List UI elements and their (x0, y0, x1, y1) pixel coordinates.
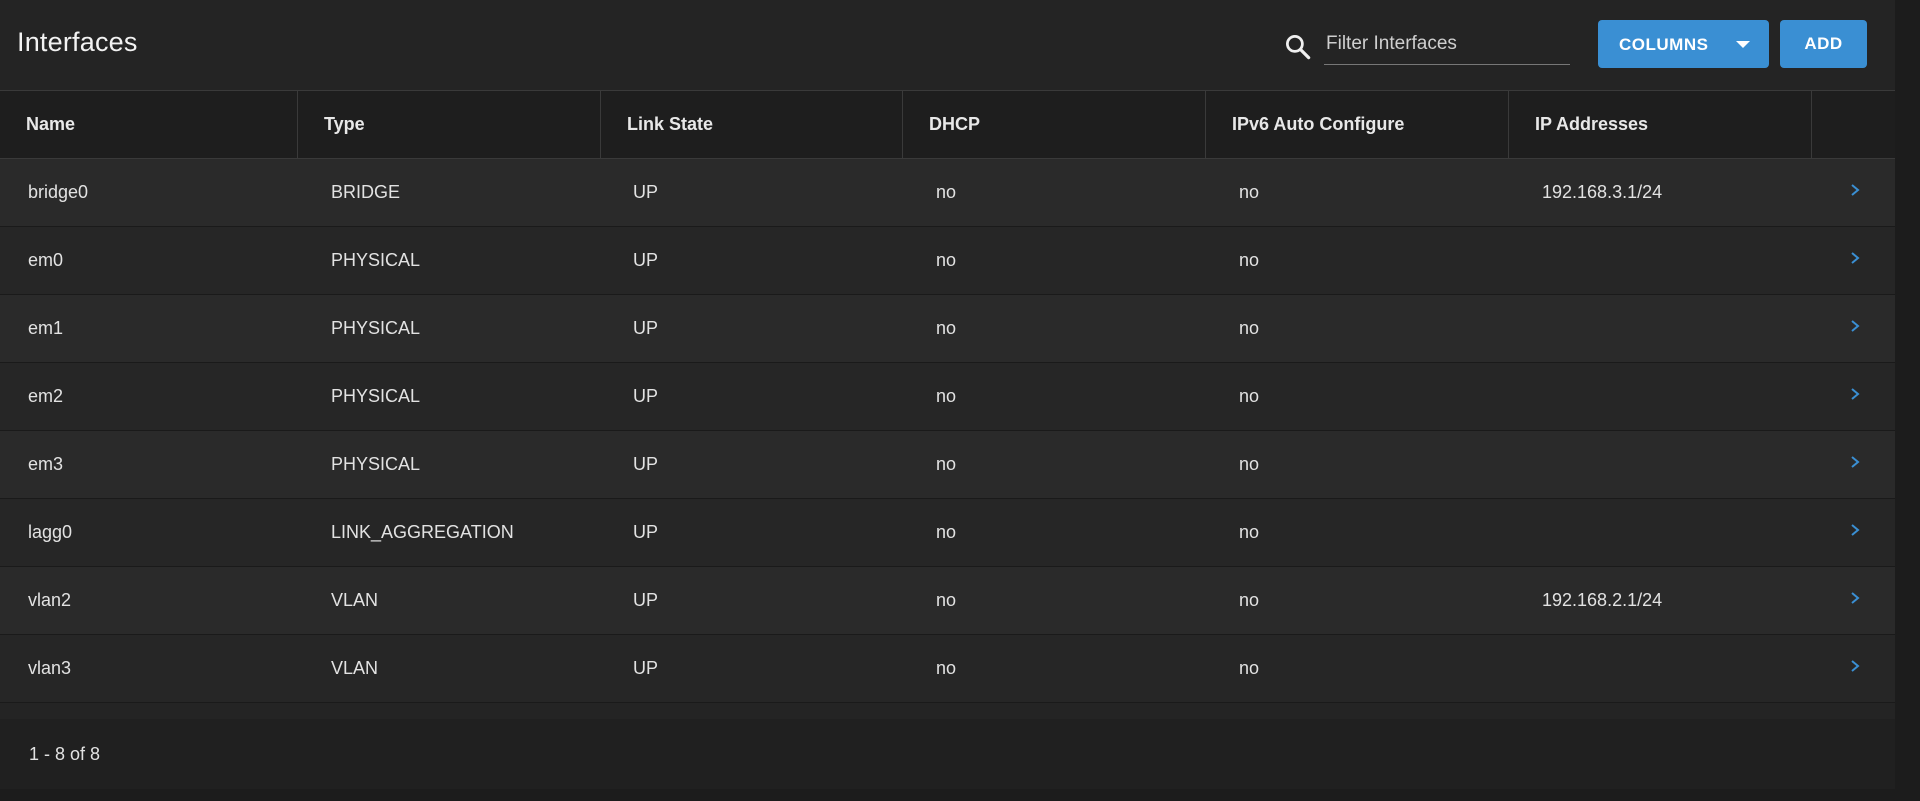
cell-type: LINK_AGGREGATION (331, 522, 514, 542)
cell-link-state: UP (633, 590, 659, 610)
cell-type: PHYSICAL (331, 386, 421, 406)
chevron-right-icon[interactable] (1848, 591, 1862, 605)
cell-dhcp: no (936, 522, 957, 542)
cell-name: em3 (28, 454, 64, 474)
table-row[interactable]: em1 PHYSICAL UP no no (0, 295, 1895, 363)
cell-link-state: UP (633, 454, 659, 474)
column-header-link-state[interactable]: Link State (601, 91, 903, 158)
cell-name: bridge0 (28, 182, 89, 202)
cell-ipv6: no (1239, 250, 1260, 270)
cell-name: vlan3 (28, 658, 72, 678)
cell-link-state: UP (633, 658, 659, 678)
cell-ipv6: no (1239, 658, 1260, 678)
cell-dhcp: no (936, 658, 957, 678)
cell-link-state: UP (633, 386, 659, 406)
cell-dhcp: no (936, 318, 957, 338)
cell-name: lagg0 (28, 522, 73, 542)
search-field (1324, 28, 1574, 65)
cell-type: PHYSICAL (331, 250, 421, 270)
chevron-right-icon[interactable] (1848, 523, 1862, 537)
column-header-ipv6[interactable]: IPv6 Auto Configure (1206, 91, 1509, 158)
chevron-right-icon[interactable] (1848, 319, 1862, 333)
table-header: Name Type Link State DHCP IPv6 Auto Conf… (0, 91, 1895, 159)
cell-type: VLAN (331, 590, 379, 610)
pagination-range: 1 - 8 of 8 (29, 744, 101, 764)
search-icon[interactable] (1283, 32, 1313, 62)
cell-ipv6: no (1239, 590, 1260, 610)
search-input[interactable] (1324, 28, 1574, 60)
chevron-right-icon[interactable] (1848, 455, 1862, 469)
table-row[interactable]: vlan2 VLAN UP no no 192.168.2.1/24 (0, 567, 1895, 635)
columns-button-label: COLUMNS (1619, 35, 1709, 54)
table-row[interactable]: vlan3 VLAN UP no no (0, 635, 1895, 703)
cell-type: BRIDGE (331, 182, 401, 202)
table-row[interactable]: bridge0 BRIDGE UP no no 192.168.3.1/24 (0, 159, 1895, 227)
cell-link-state: UP (633, 522, 659, 542)
cell-ipv6: no (1239, 522, 1260, 542)
table-footer: 1 - 8 of 8 (0, 719, 1895, 789)
cell-link-state: UP (633, 318, 659, 338)
column-header-type[interactable]: Type (298, 91, 601, 158)
cell-ipv6: no (1239, 182, 1260, 202)
cell-ip-addresses: 192.168.2.1/24 (1542, 590, 1663, 610)
toolbar: Interfaces COLUMNS ADD (0, 0, 1895, 91)
cell-ipv6: no (1239, 386, 1260, 406)
column-header-dhcp[interactable]: DHCP (903, 91, 1206, 158)
table-row[interactable]: lagg0 LINK_AGGREGATION UP no no (0, 499, 1895, 567)
columns-button[interactable]: COLUMNS (1598, 20, 1769, 68)
chevron-right-icon[interactable] (1848, 251, 1862, 265)
cell-dhcp: no (936, 250, 957, 270)
page-title: Interfaces (17, 27, 138, 57)
column-header-ip-addresses[interactable]: IP Addresses (1509, 91, 1812, 158)
cell-ipv6: no (1239, 454, 1260, 474)
cell-name: em0 (28, 250, 64, 270)
chevron-right-icon[interactable] (1848, 659, 1862, 673)
cell-dhcp: no (936, 386, 957, 406)
cell-type: PHYSICAL (331, 454, 421, 474)
table-body: bridge0 BRIDGE UP no no 192.168.3.1/24 e… (0, 159, 1895, 703)
table-row[interactable]: em0 PHYSICAL UP no no (0, 227, 1895, 295)
column-header-name[interactable]: Name (0, 91, 298, 158)
table-row[interactable]: em3 PHYSICAL UP no no (0, 431, 1895, 499)
table-row[interactable]: em2 PHYSICAL UP no no (0, 363, 1895, 431)
chevron-right-icon[interactable] (1848, 183, 1862, 197)
cell-dhcp: no (936, 454, 957, 474)
cell-dhcp: no (936, 590, 957, 610)
add-button[interactable]: ADD (1780, 20, 1867, 68)
cell-link-state: UP (633, 250, 659, 270)
cell-type: PHYSICAL (331, 318, 421, 338)
cell-ipv6: no (1239, 318, 1260, 338)
cell-name: vlan2 (28, 590, 72, 610)
cell-name: em2 (28, 386, 64, 406)
cell-dhcp: no (936, 182, 957, 202)
cell-name: em1 (28, 318, 64, 338)
cell-ip-addresses: 192.168.3.1/24 (1542, 182, 1663, 202)
chevron-right-icon[interactable] (1848, 387, 1862, 401)
caret-down-icon[interactable] (1736, 41, 1750, 48)
cell-type: VLAN (331, 658, 379, 678)
interfaces-card: Interfaces COLUMNS ADD Name Type Link St… (0, 0, 1895, 789)
cell-link-state: UP (633, 182, 659, 202)
